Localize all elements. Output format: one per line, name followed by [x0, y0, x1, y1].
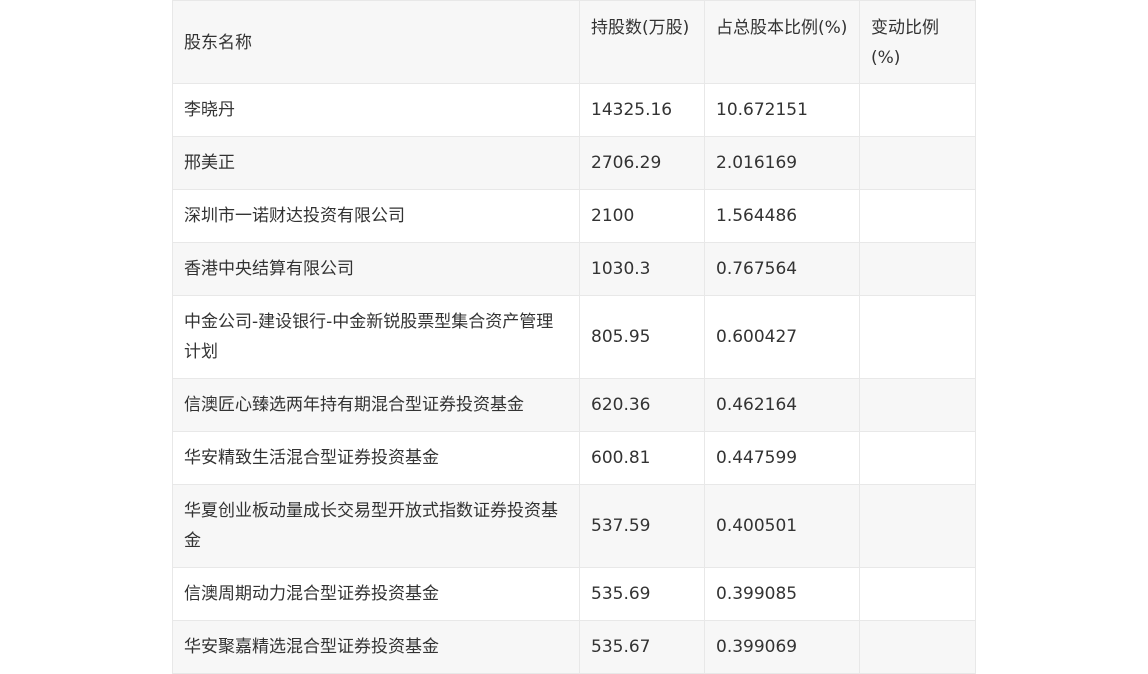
cell-ratio: 0.400501: [704, 484, 860, 568]
cell-shareholder-name: 华夏创业板动量成长交易型开放式指数证券投资基金: [172, 484, 580, 568]
cell-shares: 2706.29: [579, 136, 705, 190]
cell-ratio: 0.600427: [704, 295, 860, 379]
cell-ratio: 0.462164: [704, 378, 860, 432]
cell-change: [859, 378, 976, 432]
table-row: 深圳市一诺财达投资有限公司 2100 1.564486: [172, 189, 976, 243]
cell-ratio: 1.564486: [704, 189, 860, 243]
cell-shares: 600.81: [579, 431, 705, 485]
cell-change: [859, 484, 976, 568]
cell-ratio: 2.016169: [704, 136, 860, 190]
cell-shares: 805.95: [579, 295, 705, 379]
cell-change: [859, 431, 976, 485]
cell-shareholder-name: 信澳周期动力混合型证券投资基金: [172, 567, 580, 621]
cell-shares: 620.36: [579, 378, 705, 432]
cell-shares: 14325.16: [579, 83, 705, 137]
cell-ratio: 0.399069: [704, 620, 860, 674]
header-change: 变动比例(%): [859, 0, 976, 84]
cell-ratio: 0.767564: [704, 242, 860, 296]
cell-shareholder-name: 华安精致生活混合型证券投资基金: [172, 431, 580, 485]
cell-shares: 2100: [579, 189, 705, 243]
table-row: 华夏创业板动量成长交易型开放式指数证券投资基金 537.59 0.400501: [172, 484, 976, 568]
shareholders-table: 股东名称 持股数(万股) 占总股本比例(%) 变动比例(%) 李晓丹 14325.…: [172, 0, 976, 674]
cell-shareholder-name: 李晓丹: [172, 83, 580, 137]
table-row: 信澳匠心臻选两年持有期混合型证券投资基金 620.36 0.462164: [172, 378, 976, 432]
cell-ratio: 10.672151: [704, 83, 860, 137]
cell-shares: 1030.3: [579, 242, 705, 296]
table-header-row: 股东名称 持股数(万股) 占总股本比例(%) 变动比例(%): [172, 0, 976, 84]
table-row: 华安聚嘉精选混合型证券投资基金 535.67 0.399069: [172, 620, 976, 674]
table-row: 华安精致生活混合型证券投资基金 600.81 0.447599: [172, 431, 976, 485]
cell-shares: 535.69: [579, 567, 705, 621]
header-ratio: 占总股本比例(%): [704, 0, 860, 84]
cell-shareholder-name: 深圳市一诺财达投资有限公司: [172, 189, 580, 243]
cell-shareholder-name: 香港中央结算有限公司: [172, 242, 580, 296]
header-shares: 持股数(万股): [579, 0, 705, 84]
table-row: 邢美正 2706.29 2.016169: [172, 136, 976, 190]
cell-change: [859, 242, 976, 296]
table-row: 中金公司-建设银行-中金新锐股票型集合资产管理计划 805.95 0.600427: [172, 295, 976, 379]
cell-shareholder-name: 华安聚嘉精选混合型证券投资基金: [172, 620, 580, 674]
header-shareholder-name: 股东名称: [172, 0, 580, 84]
cell-shareholder-name: 邢美正: [172, 136, 580, 190]
cell-change: [859, 83, 976, 137]
cell-change: [859, 189, 976, 243]
cell-shares: 535.67: [579, 620, 705, 674]
table-row: 信澳周期动力混合型证券投资基金 535.69 0.399085: [172, 567, 976, 621]
cell-change: [859, 567, 976, 621]
cell-shareholder-name: 中金公司-建设银行-中金新锐股票型集合资产管理计划: [172, 295, 580, 379]
cell-ratio: 0.447599: [704, 431, 860, 485]
cell-change: [859, 136, 976, 190]
cell-change: [859, 295, 976, 379]
table-row: 香港中央结算有限公司 1030.3 0.767564: [172, 242, 976, 296]
cell-ratio: 0.399085: [704, 567, 860, 621]
cell-shareholder-name: 信澳匠心臻选两年持有期混合型证券投资基金: [172, 378, 580, 432]
table-row: 李晓丹 14325.16 10.672151: [172, 83, 976, 137]
cell-change: [859, 620, 976, 674]
cell-shares: 537.59: [579, 484, 705, 568]
